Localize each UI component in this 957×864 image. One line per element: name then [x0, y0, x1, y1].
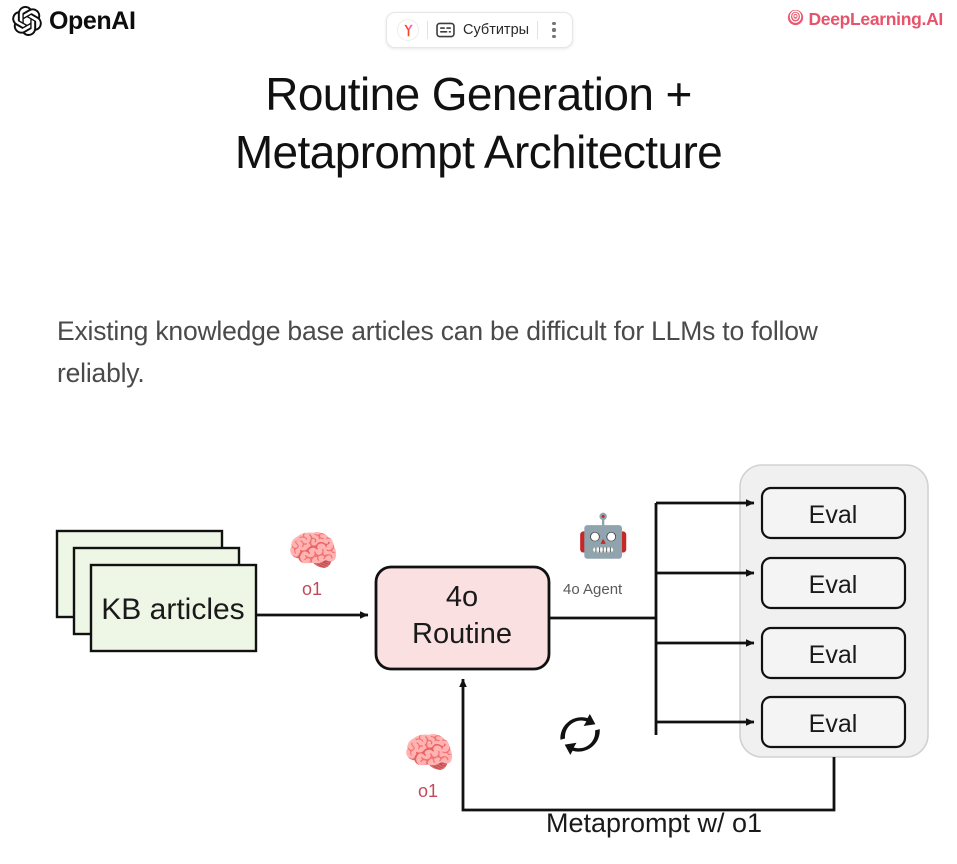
toolbar-divider-2 [537, 21, 539, 39]
eval-label-4: Eval [809, 710, 858, 738]
routine-node-label-line2: Routine [412, 618, 512, 650]
feedback-loop-label: Metaprompt w/ o1 [546, 808, 762, 838]
o1-tag-top: o1 [302, 579, 323, 599]
toolbar-divider-1 [427, 21, 428, 39]
yandex-badge-icon[interactable] [397, 19, 419, 41]
slide-title-line-1: Routine Generation + [265, 68, 692, 120]
kebab-menu-icon[interactable] [546, 20, 562, 40]
deeplearning-ai-logo: DeepLearning.AI [787, 9, 943, 31]
subtitles-cc-icon[interactable] [436, 22, 455, 38]
deeplearning-ai-wordmark: DeepLearning.AI [808, 9, 943, 30]
robot-agent-icon: 🤖 [577, 512, 630, 559]
agent-label: 4o Agent [563, 581, 623, 598]
openai-logo-icon [12, 6, 42, 36]
browser-top-bar: OpenAI Субтитры DeepLearning.AI [0, 0, 957, 58]
eval-label-2: Eval [809, 571, 858, 599]
slide-title: Routine Generation + Metaprompt Architec… [0, 66, 957, 182]
brain-icon-bottom: 🧠 [403, 729, 456, 776]
routine-node-label-line1: 4o [446, 581, 478, 613]
kb-node-label: KB articles [101, 593, 244, 626]
refresh-loop-icon [560, 713, 600, 755]
slide-title-line-2: Metaprompt Architecture [234, 125, 723, 178]
slide-body-text: Existing knowledge base articles can be … [57, 316, 818, 388]
deeplearning-ai-logo-icon [787, 9, 804, 31]
subtitles-label[interactable]: Субтитры [463, 23, 529, 38]
architecture-diagram: KB articles 4o Routine Eval Eval Eval Ev… [0, 440, 957, 864]
yandex-subtitles-toolbar[interactable]: Субтитры [386, 12, 574, 48]
brain-icon-top: 🧠 [287, 527, 340, 574]
openai-logo: OpenAI [12, 6, 136, 36]
openai-wordmark: OpenAI [49, 6, 136, 35]
eval-label-3: Eval [809, 641, 858, 669]
o1-tag-bottom: o1 [418, 781, 439, 801]
eval-label-1: Eval [809, 501, 858, 529]
